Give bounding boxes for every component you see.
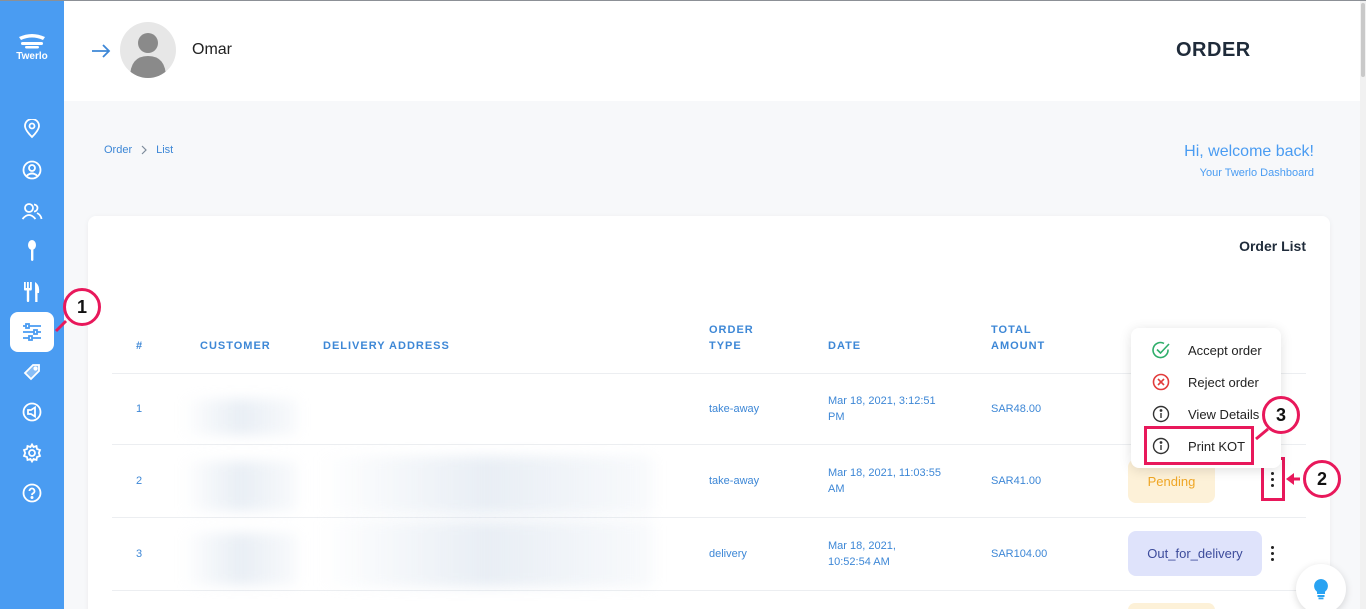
row-3-date: Mar 18, 2021, 10:52:54 AM [828, 538, 896, 570]
menu-item-reject[interactable]: Reject order [1131, 366, 1281, 398]
nav-item-settings[interactable] [10, 433, 54, 473]
nav-item-menu[interactable] [10, 231, 54, 271]
app-root: Twerlo Omar ORDER Order List Hi, welcome… [0, 0, 1366, 609]
user-silhouette-icon [130, 33, 166, 78]
location-pin-icon [24, 119, 40, 139]
highlight-box-print-kot [1144, 426, 1254, 465]
row-2-amount: SAR41.00 [991, 475, 1042, 487]
row-2-address-redacted [318, 456, 654, 514]
scrollbar[interactable] [1360, 1, 1366, 609]
x-circle-icon [1152, 373, 1170, 391]
breadcrumb-list: List [156, 144, 174, 156]
welcome-block: Hi, welcome back! Your Twerlo Dashboard [1184, 143, 1314, 179]
status-badge: Out_for_delivery [1128, 531, 1262, 576]
page-title: ORDER [1176, 39, 1251, 61]
nav-item-help[interactable] [10, 473, 54, 513]
row-divider [112, 444, 1306, 445]
chevron-right-icon [141, 145, 147, 155]
avatar[interactable] [120, 22, 176, 78]
gear-icon [22, 443, 42, 463]
header-date[interactable]: DATE [828, 338, 861, 354]
row-1-customer-redacted [182, 399, 298, 435]
breadcrumb: Order List [104, 144, 173, 156]
spoon-icon [28, 240, 36, 261]
tips-button[interactable] [1296, 564, 1346, 609]
row-3-address-redacted [318, 521, 654, 587]
header-total-amount[interactable]: TOTAL AMOUNT [991, 322, 1045, 354]
menu-item-label: Accept order [1188, 343, 1262, 358]
header-order-type-line2: TYPE [709, 340, 742, 352]
nav-item-restaurant[interactable] [10, 272, 54, 312]
nav-item-coupons[interactable] [10, 352, 54, 392]
user-name[interactable]: Omar [192, 41, 232, 59]
row-divider [112, 373, 1306, 374]
ticket-icon [23, 364, 40, 381]
nav-item-users[interactable] [10, 191, 54, 231]
check-circle-icon [1152, 341, 1170, 359]
row-2-customer-redacted [182, 461, 298, 511]
info-circle-icon [1152, 405, 1170, 423]
callout-2: 2 [1303, 460, 1341, 498]
row-1-amount: SAR48.00 [991, 403, 1042, 415]
nav-item-profile[interactable] [10, 150, 54, 190]
logo-mark-icon [19, 34, 45, 49]
header-total-line1: TOTAL [991, 324, 1032, 336]
row-3-actions-button[interactable] [1262, 539, 1282, 567]
menu-item-accept[interactable]: Accept order [1131, 334, 1281, 366]
breadcrumb-order[interactable]: Order [104, 144, 132, 156]
sliders-icon [23, 323, 41, 341]
row-3-date-line1: Mar 18, 2021, [828, 540, 896, 552]
row-1-date: Mar 18, 2021, 3:12:51 PM [828, 393, 936, 425]
row-3-date-line2: 10:52:54 AM [828, 556, 890, 568]
row-1-type: take-away [709, 403, 760, 415]
logo[interactable]: Twerlo [10, 31, 54, 62]
sidebar: Twerlo [0, 1, 64, 609]
row-2-type: take-away [709, 475, 760, 487]
row-1-date-line2: PM [828, 411, 845, 423]
row-3-type: delivery [709, 548, 747, 560]
menu-item-label: Reject order [1188, 375, 1259, 390]
header-order-type[interactable]: ORDER TYPE [709, 322, 754, 354]
nav-item-orders[interactable] [10, 312, 54, 352]
kebab-dot-icon [1270, 551, 1274, 555]
header-customer[interactable]: CUSTOMER [200, 338, 271, 354]
row-1-date-line1: Mar 18, 2021, 3:12:51 [828, 395, 936, 407]
users-icon [21, 203, 43, 220]
row-2-num: 2 [136, 475, 143, 487]
kebab-dot-icon [1270, 557, 1274, 561]
menu-item-label: View Details [1188, 407, 1260, 422]
welcome-greeting: Hi, welcome back! [1184, 143, 1314, 160]
row-1-num: 1 [136, 403, 143, 415]
header-total-line2: AMOUNT [991, 340, 1046, 352]
scrollbar-thumb[interactable] [1361, 3, 1365, 77]
welcome-subtitle: Your Twerlo Dashboard [1199, 167, 1314, 179]
user-circle-icon [22, 160, 42, 180]
row-2-date-line2: AM [828, 483, 845, 495]
row-3-amount: SAR104.00 [991, 548, 1048, 560]
row-2-date-line1: Mar 18, 2021, 11:03:55 [828, 467, 941, 479]
arrow-right-icon[interactable] [90, 39, 112, 61]
help-icon [22, 483, 42, 503]
card-title: Order List [1239, 238, 1306, 254]
nav-item-location[interactable] [10, 109, 54, 149]
logo-text: Twerlo [16, 51, 48, 62]
status-badge [1128, 603, 1215, 609]
row-3-num: 3 [136, 548, 143, 560]
kebab-dot-icon [1270, 545, 1274, 549]
fork-knife-icon [24, 282, 40, 302]
row-divider [112, 590, 1306, 591]
row-2-date: Mar 18, 2021, 11:03:55 AM [828, 465, 941, 497]
header-order-type-line1: ORDER [709, 324, 754, 336]
row-3-customer-redacted [182, 533, 298, 585]
topbar [64, 1, 1366, 101]
header-num: # [136, 340, 144, 352]
callout-1: 1 [63, 288, 101, 326]
lightbulb-icon [1314, 579, 1328, 600]
megaphone-icon [22, 402, 42, 422]
nav-item-marketing[interactable] [10, 392, 54, 432]
row-divider [112, 517, 1306, 518]
callout-3: 3 [1262, 396, 1300, 434]
header-address[interactable]: DELIVERY ADDRESS [323, 338, 450, 354]
